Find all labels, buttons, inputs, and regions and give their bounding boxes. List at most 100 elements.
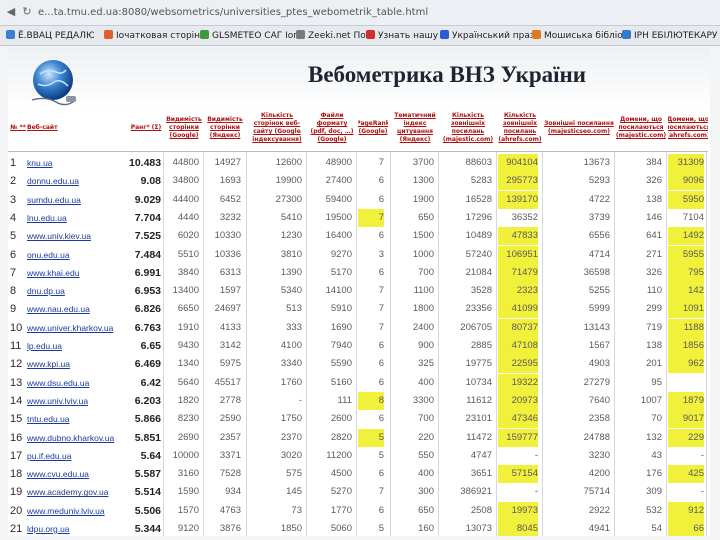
site-link[interactable]: donnu.edu.ua bbox=[27, 172, 129, 190]
cell-tic: 325 bbox=[418, 358, 434, 370]
bookmark-item[interactable]: Іочатковая сторінка bbox=[104, 29, 200, 43]
column-header[interactable]: Кількість зовнішніх посилань (majestic.c… bbox=[440, 106, 496, 150]
table-row: 11 lp.edu.ua 6.65 9430 3142 4100 7940 6 900 2885 4… bbox=[8, 337, 708, 355]
cell-m: 19775 bbox=[465, 358, 492, 370]
bookmark-item[interactable]: Узнать нашу пошту bbox=[366, 29, 440, 43]
cell-a: 57154 bbox=[498, 465, 538, 484]
cell-a: 159777 bbox=[498, 428, 538, 447]
table-row: 15 tntu.edu.ua 5.866 8230 2590 1750 2600 6 700 23… bbox=[8, 410, 708, 429]
column-header[interactable]: Тематичний індекс цитування (Яндекс) bbox=[392, 106, 438, 150]
site-link[interactable]: pu.if.edu.ua bbox=[27, 447, 129, 465]
column-header[interactable]: Веб-сайт bbox=[27, 106, 129, 150]
site-link[interactable]: www.academy.gov.ua bbox=[27, 483, 129, 501]
site-link[interactable]: www.univ.lviv.ua bbox=[27, 392, 129, 410]
column-header[interactable]: PageRank (Google) bbox=[358, 106, 388, 150]
cell-m: 3651 bbox=[470, 468, 492, 480]
cell-rank: 6.469 bbox=[134, 358, 161, 371]
column-header[interactable]: Домени, що посилаються (majestic.com) bbox=[616, 106, 666, 150]
cell-m: 88603 bbox=[465, 157, 492, 168]
site-link[interactable]: www.dubno.kharkov.ua bbox=[27, 429, 129, 447]
cell-y: 2778 bbox=[219, 394, 241, 406]
site-link[interactable]: www.cvu.edu.ua bbox=[27, 465, 129, 483]
globe-logo-icon bbox=[31, 60, 77, 106]
cell-a: 8045 bbox=[498, 520, 538, 536]
bookmark-label: GLSMETEO САГ Іогоді .. bbox=[212, 31, 296, 41]
site-link[interactable]: www.dsu.edu.ua bbox=[27, 374, 129, 392]
cell-ms: 27279 bbox=[583, 376, 610, 388]
cell-pr: 6 bbox=[378, 175, 384, 187]
cell-m: 2885 bbox=[470, 340, 492, 351]
column-header[interactable]: № ** bbox=[10, 106, 26, 150]
cell-m: 23101 bbox=[465, 413, 492, 425]
cell-g: 1820 bbox=[177, 394, 199, 406]
column-header[interactable]: Ранг* (Σ) bbox=[129, 106, 163, 150]
bookmark-label: Іочатковая сторінка bbox=[116, 31, 200, 41]
site-link[interactable]: sumdu.edu.ua bbox=[27, 191, 129, 209]
column-header[interactable]: Кількість зовнішніх посилань (ahrefs.com… bbox=[498, 106, 542, 150]
cell-p: - bbox=[298, 394, 302, 406]
bookmark-item[interactable]: IPH ЕБІЛЮТЕКАРУ bbox=[622, 29, 718, 43]
bookmark-item[interactable]: Мошиська бібліотек bbox=[532, 29, 622, 43]
cell-f: 5270 bbox=[330, 486, 352, 498]
site-link[interactable]: www.kpi.ua bbox=[27, 355, 129, 373]
site-link[interactable]: www.meduniv.lviv.ua bbox=[27, 502, 129, 520]
table-row: 13 www.dsu.edu.ua 6.42 5640 45517 1760 5160 6 40… bbox=[8, 373, 708, 392]
column-header[interactable]: Ор bbox=[708, 106, 710, 150]
site-link[interactable]: www.khai.edu bbox=[27, 264, 129, 282]
site-link[interactable]: www.univer.kharkov.ua bbox=[27, 319, 129, 337]
cell-a: 2323 bbox=[498, 282, 538, 301]
cell-p: 3340 bbox=[280, 358, 302, 370]
row-number: 19 bbox=[10, 486, 23, 499]
bookmark-item[interactable]: Ё.ВВАЦ РЕДАЛЮТАТЬ bbox=[6, 29, 94, 43]
cell-ms: 5293 bbox=[588, 175, 610, 187]
cell-d: 532 bbox=[646, 504, 662, 516]
cell-m: 4747 bbox=[470, 449, 492, 461]
cell-a: - bbox=[534, 449, 538, 461]
cell-p: 73 bbox=[291, 504, 302, 516]
cell-pr: 6 bbox=[378, 230, 384, 242]
bookmark-label: Узнать нашу пошту bbox=[378, 31, 440, 41]
column-header[interactable]: Видимість сторінки (Google) bbox=[165, 106, 203, 150]
cell-rank: 9.029 bbox=[134, 193, 161, 206]
site-link[interactable]: lnu.edu.ua bbox=[27, 209, 129, 227]
reload-icon[interactable]: ↻ bbox=[20, 5, 34, 19]
column-header[interactable]: Зовнішні посилання (majesticseo.com) bbox=[544, 106, 614, 150]
cell-m: 11612 bbox=[466, 394, 492, 406]
table-row: 10 www.univer.kharkov.ua 6.763 1910 4133 333 1… bbox=[8, 318, 708, 337]
column-header[interactable]: Видимість сторінки (Яндекс) bbox=[205, 106, 245, 150]
url-field[interactable]: e...ta.tmu.ed.ua:8080/websometrics/unive… bbox=[38, 5, 698, 21]
header-divider bbox=[8, 151, 708, 152]
cell-y: 5975 bbox=[219, 358, 241, 370]
cell-g: 9120 bbox=[177, 523, 199, 534]
bookmark-item[interactable]: Zeeki.net Поворот н... bbox=[296, 29, 366, 43]
site-link[interactable]: lp.edu.ua bbox=[27, 337, 129, 355]
column-header[interactable]: Файли формату (pdf, doc, …) (Google) bbox=[308, 106, 356, 150]
site-link[interactable]: dnu.dp.ua bbox=[27, 282, 129, 300]
site-link[interactable]: knu.ua bbox=[27, 154, 129, 172]
site-link[interactable]: ldpu.org.ua bbox=[27, 520, 129, 536]
site-link[interactable]: onu.edu.ua bbox=[27, 246, 129, 264]
row-number: 6 bbox=[10, 248, 17, 261]
bookmark-item[interactable]: Український праздн bbox=[440, 29, 532, 43]
cell-rank: 5.587 bbox=[134, 468, 161, 481]
bookmark-label: IPH ЕБІЛЮТЕКАРУ bbox=[634, 31, 718, 41]
site-link[interactable]: tntu.edu.ua bbox=[27, 410, 129, 428]
bookmark-label: Український праздн bbox=[452, 31, 532, 41]
bookmark-item[interactable]: GLSMETEO САГ Іогоді .. bbox=[200, 29, 296, 43]
cell-m: 11472 bbox=[466, 431, 492, 443]
cell-p: 27300 bbox=[275, 193, 302, 205]
site-link[interactable]: www.nau.edu.ua bbox=[27, 300, 129, 318]
cell-p: 1390 bbox=[280, 266, 302, 278]
cell-rank: 6.203 bbox=[134, 394, 161, 407]
site-link[interactable]: www.univ.kiev.ua bbox=[27, 227, 129, 245]
cell-rank: 7.525 bbox=[134, 230, 161, 243]
column-header[interactable]: Домени, що посилаються (ahrefs.com) bbox=[668, 106, 708, 150]
cell-a: 71479 bbox=[498, 263, 538, 282]
cell-g: 4440 bbox=[177, 211, 199, 223]
column-header[interactable]: Кількість сторінок веб-сайту (Google інд… bbox=[248, 106, 306, 150]
back-icon[interactable]: ◀ bbox=[4, 5, 18, 19]
cell-g: 6650 bbox=[177, 303, 199, 315]
table-row: 1 knu.ua 10.483 44800 14927 12600 48900 7 3700 88… bbox=[8, 154, 708, 172]
cell-f: 27400 bbox=[325, 175, 352, 187]
row-number: 2 bbox=[10, 175, 17, 188]
